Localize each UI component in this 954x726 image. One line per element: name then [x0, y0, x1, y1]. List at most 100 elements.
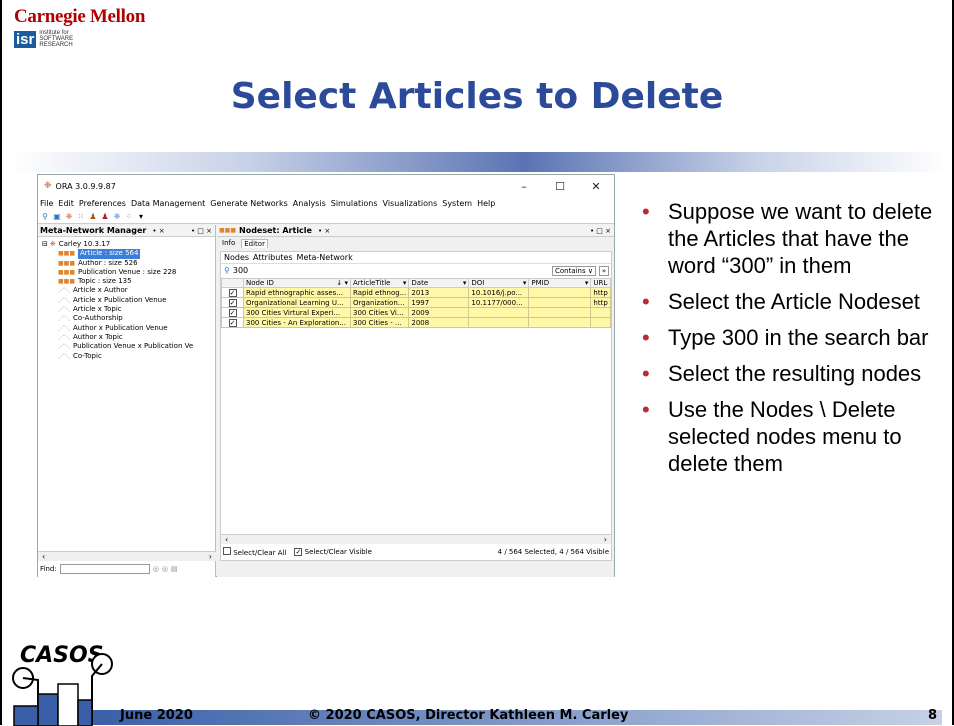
node-search-input[interactable]: 300	[233, 266, 248, 275]
table-horizontal-scrollbar[interactable]: ‹ ›	[221, 534, 611, 544]
left-horizontal-scrollbar[interactable]: ‹ ›	[38, 551, 216, 561]
cell-url[interactable]: http	[590, 297, 611, 308]
tree-item-author[interactable]: ■■■ Author : size 526	[42, 259, 215, 268]
cell-pmid[interactable]	[528, 317, 592, 328]
grid-icon[interactable]: ⁙	[76, 212, 86, 221]
tree-item-co-authorship[interactable]: ⋰⋱ Co-Authorship	[42, 314, 215, 323]
subtab-nodes[interactable]: Nodes	[224, 253, 249, 262]
close-button[interactable]: ✕	[578, 180, 614, 193]
cell-date[interactable]: 2008	[408, 317, 470, 328]
user-icon[interactable]: ♟	[88, 212, 98, 221]
menu-analysis[interactable]: Analysis	[293, 199, 326, 208]
select-all-checkbox[interactable]	[223, 547, 231, 555]
users-icon[interactable]: ♟	[100, 212, 110, 221]
panel-window-controls[interactable]: • □ ×	[191, 227, 215, 235]
scroll-right-icon[interactable]: ›	[604, 535, 607, 544]
menu-simulations[interactable]: Simulations	[331, 199, 378, 208]
col-header-url[interactable]: URL	[590, 278, 611, 288]
cell-doi[interactable]: 10.1016/j.po...	[468, 287, 530, 298]
cell-doi[interactable]: 10.1177/000...	[468, 297, 530, 308]
cell-node-id[interactable]: Organizational Learning U...	[243, 297, 351, 308]
row-checkbox[interactable]: ✓	[228, 298, 237, 307]
tree-item-topic[interactable]: ■■■ Topic : size 135	[42, 277, 215, 286]
tree-item-venue-x-venue[interactable]: ⋰⋱ Publication Venue x Publication Ve	[42, 342, 215, 351]
table-row[interactable]: ✓ Organizational Learning U... Organizat…	[221, 297, 611, 308]
cell-node-id[interactable]: 300 Cities Virtural Experi...	[243, 307, 351, 318]
panel-tab-controls[interactable]: • ×	[152, 227, 164, 235]
nodeset-window-controls[interactable]: • □ ×	[590, 227, 614, 235]
select-clear-all[interactable]: Select/Clear All	[223, 547, 286, 557]
menu-system[interactable]: System	[442, 199, 472, 208]
row-checkbox[interactable]: ✓	[228, 288, 237, 297]
row-checkbox[interactable]: ✓	[228, 308, 237, 317]
search-options-icon[interactable]: »	[599, 265, 609, 276]
visualize-icon[interactable]: ❈	[112, 212, 122, 221]
cell-article-title[interactable]: Organization...	[349, 297, 410, 308]
col-header-select[interactable]	[221, 278, 244, 288]
minimize-button[interactable]: –	[506, 180, 542, 193]
cell-article-title[interactable]: 300 Cities Vi...	[349, 307, 410, 318]
scroll-left-icon[interactable]: ‹	[42, 552, 45, 561]
menu-generate-networks[interactable]: Generate Networks	[210, 199, 287, 208]
scroll-right-icon[interactable]: ›	[209, 552, 212, 561]
cell-article-title[interactable]: 300 Cities - ...	[349, 317, 410, 328]
tree-item-article[interactable]: ■■■ Article : size 564	[42, 249, 215, 259]
cell-date[interactable]: 2013	[408, 287, 470, 298]
tree-root[interactable]: ⊟ ❈ Carley 10.3.17	[42, 240, 215, 249]
tree-item-author-x-publication-venue[interactable]: ⋰⋱ Author x Publication Venue	[42, 324, 215, 333]
toolbar-dropdown-icon[interactable]: ▾	[136, 212, 146, 221]
cell-node-id[interactable]: 300 Cities - An Exploration...	[243, 317, 351, 328]
tree-item-article-x-publication-venue[interactable]: ⋰⋱ Article x Publication Venue	[42, 296, 215, 305]
cell-pmid[interactable]	[528, 307, 592, 318]
menu-visualizations[interactable]: Visualizations	[383, 199, 438, 208]
find-clear-icon[interactable]: ▤	[171, 565, 178, 573]
menu-preferences[interactable]: Preferences	[79, 199, 126, 208]
col-header-doi[interactable]: DOI ▾	[468, 278, 530, 288]
save-icon[interactable]: ▣	[52, 212, 62, 221]
menu-data-management[interactable]: Data Management	[131, 199, 205, 208]
network-icon[interactable]: ❈	[64, 212, 74, 221]
select-visible-checkbox[interactable]: ✓	[294, 548, 303, 556]
table-row[interactable]: ✓ 300 Cities - An Exploration... 300 Cit…	[221, 317, 611, 328]
find-input[interactable]	[59, 564, 150, 574]
cell-date[interactable]: 2009	[408, 307, 470, 318]
cell-node-id[interactable]: Rapid ethnographic asses...	[243, 287, 351, 298]
maximize-button[interactable]: ☐	[542, 180, 578, 193]
table-row[interactable]: ✓ 300 Cities Virtural Experi... 300 Citi…	[221, 307, 611, 318]
cell-article-title[interactable]: Rapid ethnog...	[349, 287, 410, 298]
row-checkbox[interactable]: ✓	[228, 318, 237, 327]
scroll-left-icon[interactable]: ‹	[225, 535, 228, 544]
menu-help[interactable]: Help	[477, 199, 495, 208]
tree-item-publication-venue[interactable]: ■■■ Publication Venue : size 228	[42, 268, 215, 277]
cell-url[interactable]	[590, 307, 611, 318]
col-header-pmid[interactable]: PMID ▾	[528, 278, 592, 288]
cell-doi[interactable]	[468, 307, 530, 318]
tree-item-article-x-author[interactable]: ⋰⋱ Article x Author	[42, 286, 215, 295]
select-clear-visible[interactable]: ✓ Select/Clear Visible	[294, 548, 372, 556]
table-row[interactable]: ✓ Rapid ethnographic asses... Rapid ethn…	[221, 287, 611, 298]
col-header-node-id[interactable]: Node ID ↓ ▾	[243, 278, 351, 288]
search-icon[interactable]: ⚲	[40, 212, 50, 221]
col-header-article-title[interactable]: ArticleTitle ▾	[349, 278, 410, 288]
cell-doi[interactable]	[468, 317, 530, 328]
tree-item-co-topic[interactable]: ⋰⋱ Co-Topic	[42, 352, 215, 361]
nodeset-tab-controls[interactable]: • ×	[318, 227, 330, 235]
cell-pmid[interactable]	[528, 287, 592, 298]
cell-pmid[interactable]	[528, 297, 592, 308]
cell-date[interactable]: 1997	[408, 297, 470, 308]
subtab-meta-network[interactable]: Meta-Network	[297, 253, 353, 262]
menu-edit[interactable]: Edit	[58, 199, 74, 208]
tab-info[interactable]: Info	[220, 239, 237, 247]
find-prev-icon[interactable]: ◎	[153, 565, 159, 573]
tab-editor[interactable]: Editor	[241, 238, 268, 248]
find-next-icon[interactable]: ◎	[162, 565, 168, 573]
cell-url[interactable]: http	[590, 287, 611, 298]
tree-item-article-x-topic[interactable]: ⋰⋱ Article x Topic	[42, 305, 215, 314]
dots-icon[interactable]: ⁘	[124, 212, 134, 221]
tree-item-author-x-topic[interactable]: ⋰⋱ Author x Topic	[42, 333, 215, 342]
search-mode-select[interactable]: Contains ∨	[551, 265, 596, 276]
cell-url[interactable]	[590, 317, 611, 328]
subtab-attributes[interactable]: Attributes	[253, 253, 293, 262]
menu-file[interactable]: File	[40, 199, 53, 208]
col-header-date[interactable]: Date ▾	[408, 278, 470, 288]
